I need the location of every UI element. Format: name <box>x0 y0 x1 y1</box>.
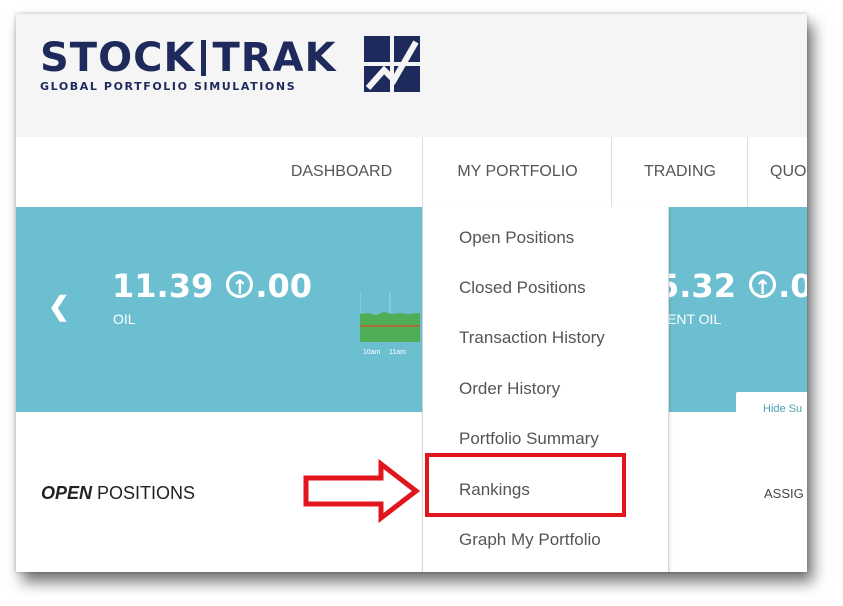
ticker-oil-quote: 11.39 ↑ .00 <box>112 267 312 305</box>
nav-quotes[interactable]: QUO <box>747 137 807 207</box>
arrow-up-circle-icon: ↑ <box>226 271 254 299</box>
nav-dashboard[interactable]: DASHBOARD <box>261 137 422 207</box>
ticker-oil-change: .00 <box>255 267 313 305</box>
logo-separator <box>201 40 207 76</box>
my-portfolio-dropdown: Open Positions Closed Positions Transact… <box>422 207 669 572</box>
heading-rest: POSITIONS <box>92 483 196 503</box>
rankings-highlight-box <box>425 453 626 517</box>
site-header: STOCK TRAK GLOBAL PORTFOLIO SIMULATIONS <box>16 14 807 138</box>
ticker-oil-value: 11.39 <box>112 267 214 305</box>
logo-text-stock: STOCK <box>40 35 196 81</box>
heading-bold: OPEN <box>41 483 93 503</box>
screenshot-frame: STOCK TRAK GLOBAL PORTFOLIO SIMULATIONS … <box>16 14 807 572</box>
sparkline-label-10am: 10am <box>363 349 381 356</box>
assignments-label: ASSIG <box>764 486 804 501</box>
pointer-arrow-icon <box>303 459 421 523</box>
sparkline-label-11am: 11am <box>389 349 406 356</box>
arrow-up-circle-icon: ↑ <box>749 271 777 299</box>
ticker-brent-name: ENT OIL <box>667 311 722 327</box>
nav-trading[interactable]: TRADING <box>611 137 748 207</box>
stocktrak-logo[interactable]: STOCK TRAK GLOBAL PORTFOLIO SIMULATIONS <box>40 36 420 93</box>
ticker-brent-quote: 5.32 ↑ .0 <box>657 267 807 305</box>
menu-item-transaction-history[interactable]: Transaction History <box>459 328 605 348</box>
logo-wordmark: STOCK TRAK <box>40 38 337 78</box>
open-positions-heading: OPEN POSITIONS <box>41 483 195 504</box>
market-ticker: ❮ 11.39 ↑ .00 OIL 10am 11am 5.32 ↑ .0 ENT … <box>16 207 807 427</box>
logo-text-trak: TRAK <box>212 35 337 81</box>
menu-item-graph-my-portfolio[interactable]: Graph My Portfolio <box>459 530 601 550</box>
menu-item-portfolio-summary[interactable]: Portfolio Summary <box>459 429 599 449</box>
menu-item-open-positions[interactable]: Open Positions <box>459 228 574 248</box>
menu-item-closed-positions[interactable]: Closed Positions <box>459 278 586 298</box>
logo-mark-icon <box>364 36 420 92</box>
main-nav: DASHBOARD MY PORTFOLIO TRADING QUO <box>16 137 807 208</box>
chevron-left-icon[interactable]: ❮ <box>48 291 70 322</box>
menu-item-order-history[interactable]: Order History <box>459 379 560 399</box>
ticker-brent-change: .0 <box>778 267 807 305</box>
nav-my-portfolio[interactable]: MY PORTFOLIO <box>422 137 612 207</box>
ticker-oil-name: OIL <box>113 311 136 327</box>
logo-tagline: GLOBAL PORTFOLIO SIMULATIONS <box>40 80 297 93</box>
